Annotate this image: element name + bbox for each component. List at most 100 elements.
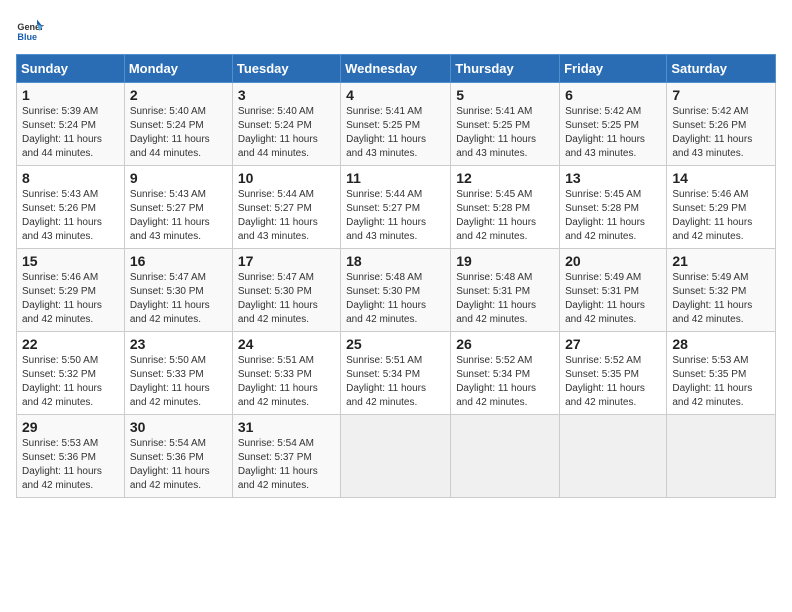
day-info: Sunrise: 5:53 AMSunset: 5:36 PMDaylight:… [22, 437, 119, 493]
day-info: Sunrise: 5:49 AMSunset: 5:31 PMDaylight:… [565, 271, 661, 327]
sunset-label: Sunset: 5:24 PM [22, 120, 96, 131]
sunset-label: Sunset: 5:35 PM [672, 369, 746, 380]
sunrise-label: Sunrise: 5:54 AM [130, 438, 206, 449]
calendar-cell: 12Sunrise: 5:45 AMSunset: 5:28 PMDayligh… [451, 166, 560, 249]
sunrise-label: Sunrise: 5:47 AM [130, 272, 206, 283]
sunrise-label: Sunrise: 5:50 AM [130, 355, 206, 366]
day-number: 19 [456, 253, 554, 269]
day-number: 12 [456, 170, 554, 186]
calendar-cell: 30Sunrise: 5:54 AMSunset: 5:36 PMDayligh… [124, 415, 232, 498]
daylight-label: Daylight: 11 hours and 42 minutes. [672, 300, 752, 325]
day-info: Sunrise: 5:43 AMSunset: 5:27 PMDaylight:… [130, 188, 227, 244]
day-number: 22 [22, 336, 119, 352]
daylight-label: Daylight: 11 hours and 44 minutes. [130, 134, 210, 159]
calendar-cell: 2Sunrise: 5:40 AMSunset: 5:24 PMDaylight… [124, 83, 232, 166]
day-number: 18 [346, 253, 445, 269]
day-info: Sunrise: 5:41 AM Sunset: 5:25 PM Daylight:… [456, 105, 554, 161]
day-info: Sunrise: 5:48 AMSunset: 5:30 PMDaylight:… [346, 271, 445, 327]
sunset-label: Sunset: 5:27 PM [238, 203, 312, 214]
daylight-label: Daylight: 11 hours and 44 minutes. [22, 134, 102, 159]
sunset-label: Sunset: 5:30 PM [346, 286, 420, 297]
sunset-label: Sunset: 5:27 PM [130, 203, 204, 214]
calendar-cell: 6Sunrise: 5:42 AMSunset: 5:25 PMDaylight… [560, 83, 667, 166]
day-info: Sunrise: 5:52 AMSunset: 5:34 PMDaylight:… [456, 354, 554, 410]
daylight-label: Daylight: 11 hours and 43 minutes. [565, 134, 645, 159]
calendar-cell: 31Sunrise: 5:54 AMSunset: 5:37 PMDayligh… [232, 415, 340, 498]
calendar-cell: 20Sunrise: 5:49 AMSunset: 5:31 PMDayligh… [560, 249, 667, 332]
calendar-cell: 19 Sunrise: 5:48 AMSunset: 5:31 PMDayligh… [451, 249, 560, 332]
day-info: Sunrise: 5:42 AMSunset: 5:26 PMDaylight:… [672, 105, 770, 161]
sunset-label: Sunset: 5:24 PM [130, 120, 204, 131]
day-number: 24 [238, 336, 335, 352]
day-info: Sunrise: 5:49 AMSunset: 5:32 PMDaylight:… [672, 271, 770, 327]
sunrise-label: Sunrise: 5:44 AM [238, 189, 314, 200]
daylight-label: Daylight: 11 hours and 44 minutes. [238, 134, 318, 159]
sunset-label: Sunset: 5:28 PM [456, 203, 530, 214]
daylight-label: Daylight: 11 hours and 42 minutes. [238, 300, 318, 325]
calendar-cell: 11Sunrise: 5:44 AMSunset: 5:27 PMDayligh… [341, 166, 451, 249]
day-info: Sunrise: 5:54 AMSunset: 5:36 PMDaylight:… [130, 437, 227, 493]
day-number: 7 [672, 87, 770, 103]
sunrise-label: Sunrise: 5:40 AM [238, 106, 314, 117]
sunset-label: Sunset: 5:35 PM [565, 369, 639, 380]
sunset-label: Sunset: 5:25 PM [565, 120, 639, 131]
sunrise-label: Sunrise: 5:54 AM [238, 438, 314, 449]
daylight-label: Daylight: 11 hours and 42 minutes. [456, 300, 536, 325]
daylight-label: Daylight: 11 hours and 42 minutes. [565, 300, 645, 325]
calendar-cell: 5Sunrise: 5:41 AMSunset: 5:25 PMDaylight… [451, 83, 560, 166]
day-number: 29 [22, 419, 119, 435]
day-info: Sunrise: 5:40 AMSunset: 5:24 PMDaylight:… [130, 105, 227, 161]
day-info: Sunrise: 5:46 AMSunset: 5:29 PMDaylight:… [22, 271, 119, 327]
day-info: Sunrise: 5:41 AM Sunset: 5:25 PM Daylight:… [346, 105, 445, 161]
sunset-label: Sunset: 5:25 PM [346, 120, 420, 131]
svg-text:Blue: Blue [17, 32, 37, 42]
sunrise-label: Sunrise: 5:48 AM [456, 272, 532, 283]
daylight-label: Daylight: 11 hours and 43 minutes. [456, 134, 536, 159]
day-number: 27 [565, 336, 661, 352]
day-number: 21 [672, 253, 770, 269]
day-number: 23 [130, 336, 227, 352]
calendar-week-row: 15 Sunrise: 5:46 AM Sunset: 5:29 PM Dayligh… [17, 249, 776, 332]
sunrise-label: Sunrise: 5:39 AM [22, 106, 98, 117]
sunrise-label: Sunrise: 5:45 AM [565, 189, 641, 200]
weekday-header-thursday: Thursday [451, 55, 560, 83]
sunrise-label: Sunrise: 5:42 AM [565, 106, 641, 117]
sunset-label: Sunset: 5:24 PM [238, 120, 312, 131]
sunset-label: Sunset: 5:25 PM [456, 120, 530, 131]
weekday-header-wednesday: Wednesday [341, 55, 451, 83]
sunrise-label: Sunrise: 5:41 AM [456, 106, 532, 117]
day-info: Sunrise: 5:42 AM Sunset: 5:25 PM Daylight:… [565, 105, 661, 161]
day-number: 26 [456, 336, 554, 352]
calendar-cell: 29 Sunrise: 5:53 AMSunset: 5:36 PMDayligh… [17, 415, 125, 498]
day-number: 13 [565, 170, 661, 186]
sunset-label: Sunset: 5:32 PM [672, 286, 746, 297]
daylight-label: Daylight: 11 hours and 42 minutes. [22, 383, 102, 408]
day-number: 16 [130, 253, 227, 269]
calendar-cell: 22Sunrise: 5:50 AMSunset: 5:32 PMDayligh… [17, 332, 125, 415]
day-number: 9 [130, 170, 227, 186]
sunrise-label: Sunrise: 5:52 AM [565, 355, 641, 366]
sunrise-label: Sunrise: 5:46 AM [22, 272, 98, 283]
sunrise-label: Sunrise: 5:41 AM [346, 106, 422, 117]
day-info: Sunrise: 5:43 AMSunset: 5:26 PMDaylight:… [22, 188, 119, 244]
sunrise-label: Sunrise: 5:51 AM [238, 355, 314, 366]
day-info: Sunrise: 5:44 AMSunset: 5:27 PMDaylight:… [238, 188, 335, 244]
daylight-label: Daylight: 11 hours and 43 minutes. [346, 134, 426, 159]
day-number: 25 [346, 336, 445, 352]
daylight-label: Daylight: 11 hours and 42 minutes. [238, 466, 318, 491]
calendar-cell: 3Sunrise: 5:40 AMSunset: 5:24 PMDaylight… [232, 83, 340, 166]
sunrise-label: Sunrise: 5:42 AM [672, 106, 748, 117]
daylight-label: Daylight: 11 hours and 42 minutes. [672, 217, 752, 242]
daylight-label: Daylight: 11 hours and 42 minutes. [238, 383, 318, 408]
sunset-label: Sunset: 5:26 PM [672, 120, 746, 131]
day-info: Sunrise: 5:48 AMSunset: 5:31 PMDaylight:… [456, 271, 554, 327]
day-info: Sunrise: 5:51 AMSunset: 5:33 PMDaylight:… [238, 354, 335, 410]
daylight-label: Daylight: 11 hours and 42 minutes. [346, 383, 426, 408]
sunset-label: Sunset: 5:36 PM [130, 452, 204, 463]
sunset-label: Sunset: 5:29 PM [22, 286, 96, 297]
sunrise-label: Sunrise: 5:44 AM [346, 189, 422, 200]
day-number: 15 [22, 253, 119, 269]
sunrise-label: Sunrise: 5:49 AM [565, 272, 641, 283]
day-info: Sunrise: 5:53 AMSunset: 5:35 PMDaylight:… [672, 354, 770, 410]
calendar-cell: 13Sunrise: 5:45 AMSunset: 5:28 PMDayligh… [560, 166, 667, 249]
